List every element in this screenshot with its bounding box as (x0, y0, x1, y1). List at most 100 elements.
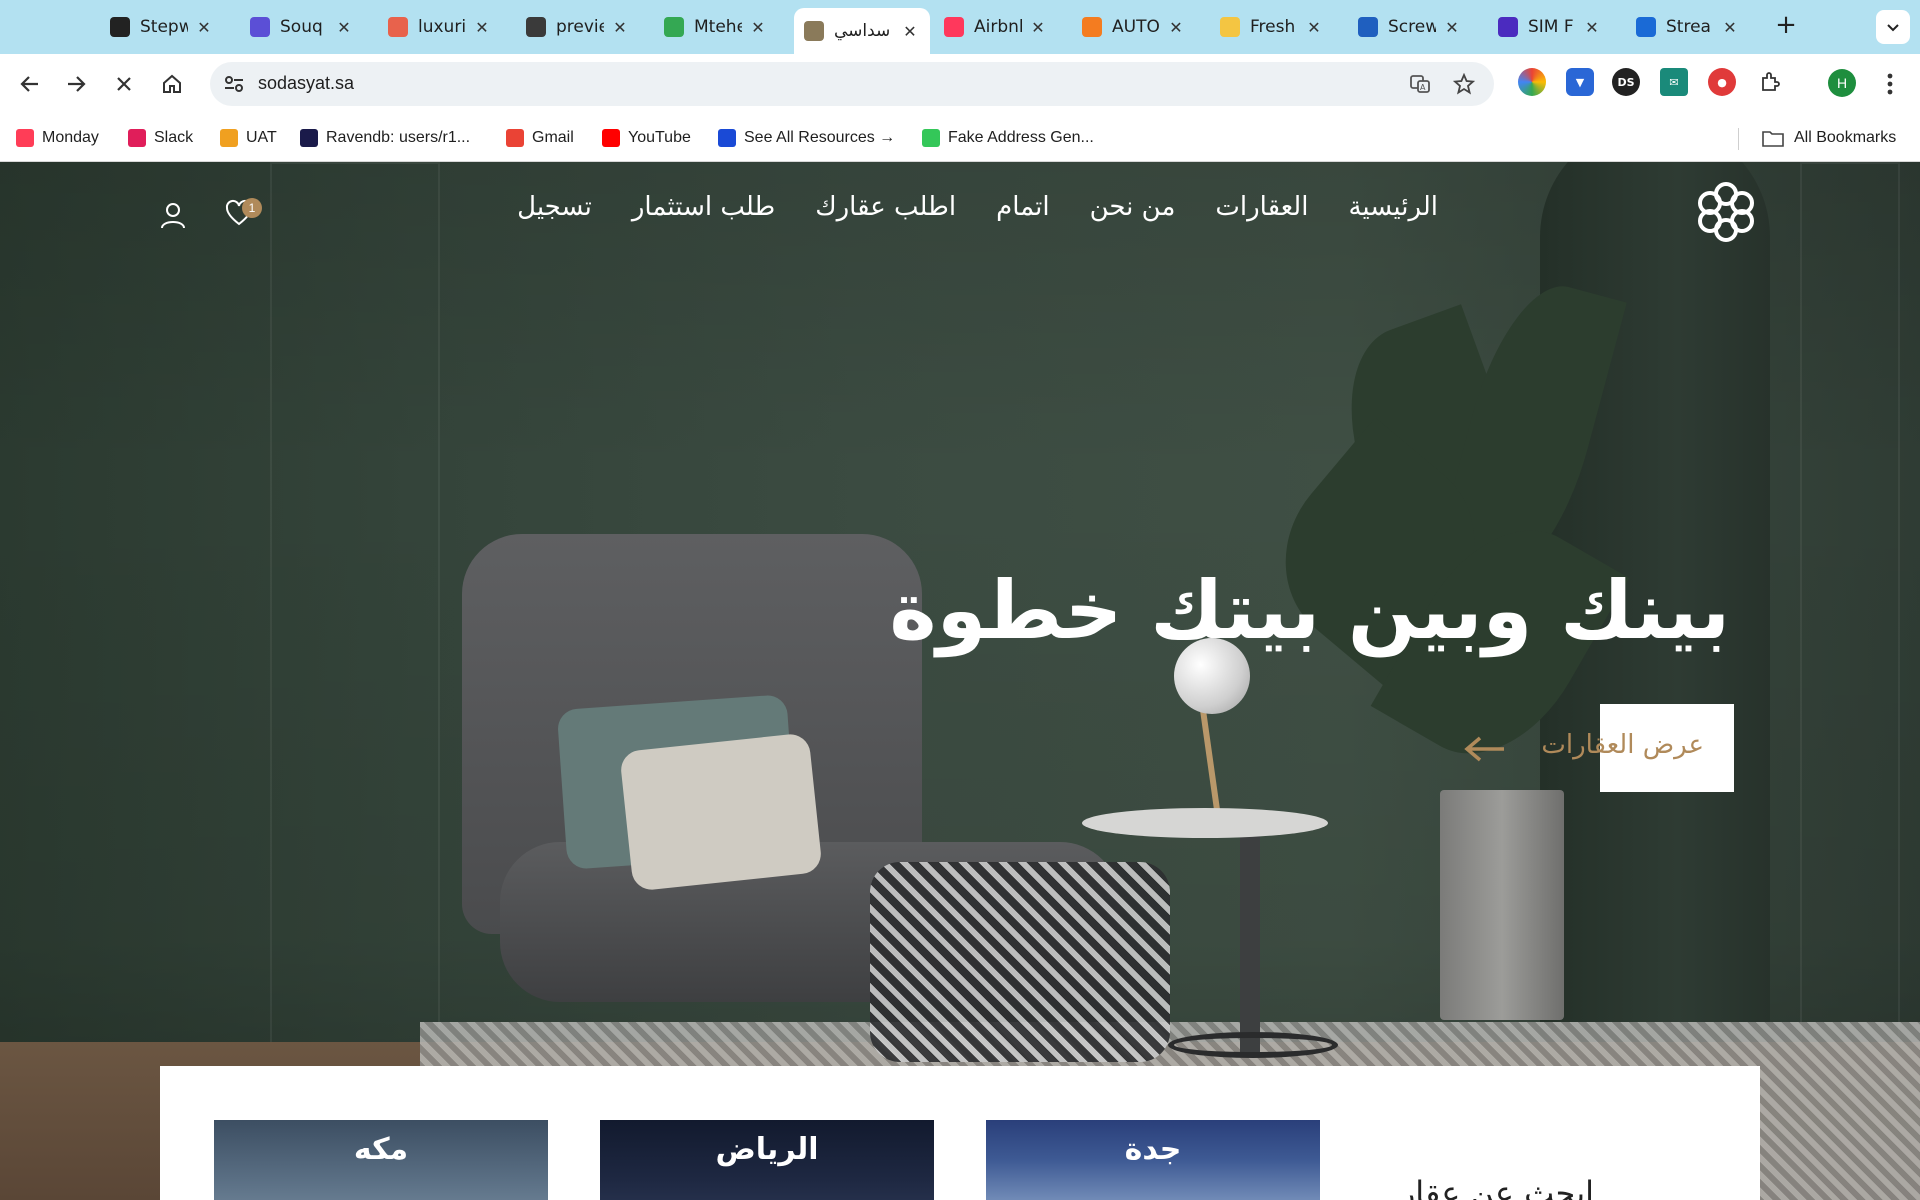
nav-register[interactable]: تسجيل (517, 192, 592, 222)
browser-tab[interactable]: Souq ✕ (240, 10, 364, 44)
close-icon[interactable]: ✕ (1720, 17, 1740, 37)
browser-tab[interactable]: luxuri ✕ (378, 10, 502, 44)
user-icon[interactable] (158, 200, 188, 230)
fresh-icon (1220, 17, 1240, 37)
plus-orange-icon (1082, 17, 1102, 37)
c-circle-icon (1498, 17, 1518, 37)
close-icon[interactable]: ✕ (748, 17, 768, 37)
tab-strip: Stepw ✕ Souq ✕ luxuri ✕ previe ✕ Mtehe ✕ سداسي ✕ Air… (0, 0, 1920, 54)
bookmark-label: Gmail (532, 129, 574, 146)
bookmark-item[interactable]: Fake Address Gen... (922, 126, 1094, 150)
resources-icon (718, 129, 736, 147)
browser-tab[interactable]: Fresh ✕ (1210, 10, 1334, 44)
all-bookmarks-button[interactable]: All Bookmarks (1762, 126, 1896, 150)
tab-search-button[interactable] (1876, 10, 1910, 44)
nav-home[interactable]: الرئيسية (1348, 192, 1438, 222)
tab-title: سداسي (834, 21, 891, 41)
site-logo-icon[interactable] (1694, 180, 1758, 244)
bookmark-item[interactable]: See All Resources → (718, 126, 895, 150)
side-table-top (1082, 808, 1328, 838)
folder-icon (1762, 131, 1784, 147)
browser-tab[interactable]: سداسي ✕ (794, 8, 930, 54)
back-button[interactable] (12, 66, 48, 102)
shield-extension-icon[interactable]: ▼ (1566, 68, 1594, 96)
new-tab-button[interactable]: + (1772, 12, 1800, 40)
close-icon[interactable]: ✕ (194, 17, 214, 37)
cta-label: عرض العقارات (1541, 730, 1704, 760)
heart-icon (388, 17, 408, 37)
throw-blanket (870, 862, 1170, 1062)
forward-button[interactable] (58, 66, 94, 102)
city-card-jeddah[interactable]: جدة (986, 1120, 1320, 1200)
nav-request-property[interactable]: اطلب عقارك (815, 192, 956, 222)
home-button[interactable] (154, 66, 190, 102)
tab-title: Airbnl (974, 17, 1022, 37)
bookmark-item[interactable]: YouTube (602, 126, 691, 150)
close-icon[interactable]: ✕ (1442, 17, 1462, 37)
browser-tab[interactable]: Stepw ✕ (100, 10, 224, 44)
browser-tab[interactable]: Mtehe ✕ (654, 10, 778, 44)
close-icon[interactable]: ✕ (610, 17, 630, 37)
home-icon (163, 74, 181, 93)
tab-title: luxuri (418, 17, 466, 37)
close-icon[interactable]: ✕ (1028, 17, 1048, 37)
close-icon[interactable]: ✕ (334, 17, 354, 37)
browser-tab[interactable]: Airbnl ✕ (934, 10, 1058, 44)
browser-tab[interactable]: Strea ✕ (1626, 10, 1750, 44)
slack-icon (128, 129, 146, 147)
ds-extension-icon[interactable]: DS (1612, 68, 1640, 96)
bookmark-label: YouTube (628, 129, 691, 146)
bookmark-item[interactable]: Gmail (506, 126, 574, 150)
record-extension-icon[interactable]: ● (1708, 68, 1736, 96)
close-icon[interactable]: ✕ (1166, 17, 1186, 37)
bookmark-label: UAT (246, 129, 277, 146)
view-properties-button[interactable]: عرض العقارات (1460, 704, 1734, 792)
butterfly-icon (1636, 17, 1656, 37)
tab-title: Strea (1666, 17, 1711, 37)
browser-tab[interactable]: previe ✕ (516, 10, 640, 44)
bookmark-item[interactable]: Slack (128, 126, 193, 150)
city-card-riyadh[interactable]: الرياض (600, 1120, 934, 1200)
browser-tab[interactable]: AUTO ✕ (1072, 10, 1196, 44)
browser-tab[interactable]: SIM F ✕ (1488, 10, 1612, 44)
bookmark-item[interactable]: Ravendb: users/r1... (300, 126, 470, 150)
wall-panel (1800, 162, 1900, 1062)
monday-icon (16, 129, 34, 147)
city-label: مكه (353, 1132, 409, 1167)
tab-title: Souq (280, 17, 323, 37)
close-icon[interactable]: ✕ (900, 21, 920, 41)
mail-extension-icon[interactable]: ✉ (1660, 68, 1688, 96)
bookmark-star-icon[interactable] (1452, 72, 1476, 96)
city-label: جدة (1124, 1132, 1182, 1167)
address-bar[interactable]: sodasyat.sa A (210, 62, 1494, 106)
tab-title: previe (556, 17, 604, 37)
bookmark-item[interactable]: UAT (220, 126, 277, 150)
color-picker-extension-icon[interactable] (1518, 68, 1546, 96)
uat-icon (220, 129, 238, 147)
close-icon[interactable]: ✕ (472, 17, 492, 37)
arrow-left-icon (20, 76, 38, 92)
url-text[interactable]: sodasyat.sa (258, 73, 354, 94)
youtube-icon (602, 129, 620, 147)
gmail-icon (506, 129, 524, 147)
tab-title: Fresh (1250, 17, 1296, 37)
translate-icon[interactable]: A (1408, 72, 1432, 96)
close-icon[interactable]: ✕ (1304, 17, 1324, 37)
bookmark-item[interactable]: Monday (16, 126, 99, 150)
nav-about[interactable]: من نحن (1090, 192, 1176, 222)
city-label: الرياض (715, 1132, 819, 1167)
pillow (619, 732, 823, 892)
browser-tab[interactable]: Screw ✕ (1348, 10, 1472, 44)
site-settings-icon[interactable] (222, 72, 246, 96)
profile-avatar[interactable]: H (1828, 69, 1856, 97)
extensions-puzzle-icon[interactable] (1756, 68, 1784, 96)
city-card-makkah[interactable]: مكه (214, 1120, 548, 1200)
nav-investment-request[interactable]: طلب استثمار (632, 192, 775, 222)
browser-menu-button[interactable] (1872, 66, 1908, 102)
chevron-down-icon (1887, 24, 1899, 32)
stop-loading-button[interactable] (106, 66, 142, 102)
nav-properties[interactable]: العقارات (1215, 192, 1308, 222)
close-icon[interactable]: ✕ (1582, 17, 1602, 37)
all-bookmarks-label: All Bookmarks (1794, 129, 1897, 146)
nav-complete[interactable]: اتمام (996, 192, 1050, 222)
